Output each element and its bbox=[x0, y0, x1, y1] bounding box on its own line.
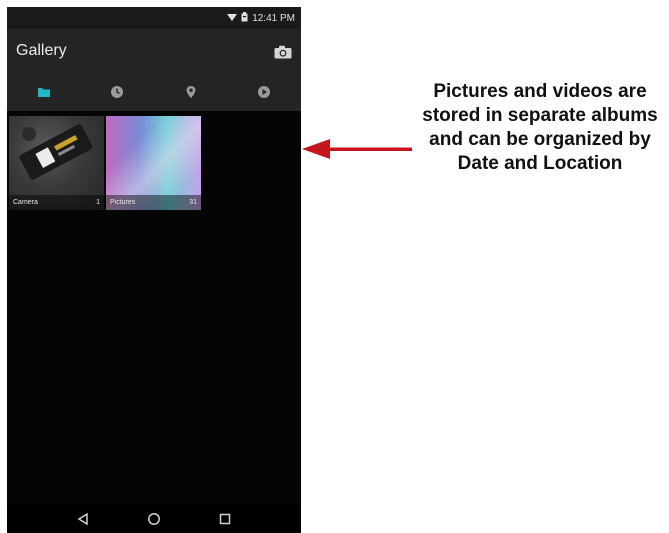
album-label: Camera 1 bbox=[9, 195, 104, 210]
play-video-icon bbox=[258, 86, 271, 98]
album-tile-pictures[interactable]: Pictures 31 bbox=[106, 116, 201, 210]
location-pin-icon bbox=[186, 86, 196, 98]
album-grid: Camera 1 Pictures 31 bbox=[8, 111, 300, 506]
tab-videos[interactable] bbox=[228, 73, 302, 111]
app-bar: Gallery bbox=[7, 29, 301, 73]
app-title: Gallery bbox=[16, 42, 67, 59]
wifi-icon bbox=[227, 13, 238, 24]
tab-date[interactable] bbox=[81, 73, 155, 111]
pointer-arrow-icon bbox=[302, 139, 412, 159]
album-tile-camera[interactable]: Camera 1 bbox=[9, 116, 104, 210]
album-count: 1 bbox=[96, 199, 100, 206]
tab-bar bbox=[7, 73, 301, 111]
camera-button[interactable] bbox=[274, 45, 292, 59]
recents-icon bbox=[220, 513, 231, 524]
home-icon bbox=[148, 512, 160, 525]
album-name: Pictures bbox=[110, 199, 136, 206]
annotation-caption: Pictures and videos are stored in separa… bbox=[422, 81, 658, 174]
status-bar: 12:41 PM bbox=[7, 7, 301, 29]
camera-icon bbox=[274, 45, 292, 59]
album-count: 31 bbox=[189, 199, 197, 206]
status-time: 12:41 PM bbox=[252, 12, 295, 24]
back-icon bbox=[77, 512, 88, 525]
album-folder-icon bbox=[37, 88, 50, 97]
album-name: Camera bbox=[13, 199, 38, 206]
clock-icon bbox=[111, 86, 124, 98]
navigation-bar bbox=[7, 504, 301, 533]
tab-location[interactable] bbox=[154, 73, 228, 111]
battery-icon bbox=[241, 12, 248, 24]
phone-screen: 12:41 PM Gallery Camera 1 Pictures 31 bbox=[7, 7, 301, 533]
tab-albums[interactable] bbox=[7, 73, 81, 111]
album-label: Pictures 31 bbox=[106, 195, 201, 210]
